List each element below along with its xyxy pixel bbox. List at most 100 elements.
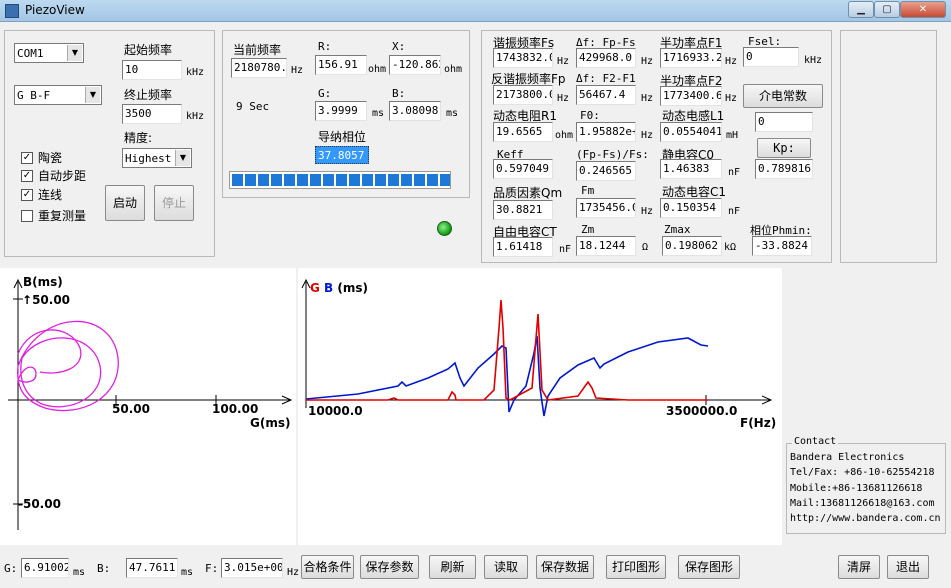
phase-label: 导纳相位 <box>318 130 367 144</box>
precision-select[interactable]: Highest ▼ <box>122 148 192 168</box>
end-freq-input[interactable]: 3500 <box>122 104 182 124</box>
chevron-down-icon: ▼ <box>67 45 82 61</box>
mode-select-value: G B-F <box>17 89 51 102</box>
zm-unit: Ω <box>642 242 649 253</box>
start-freq-unit: kHz <box>186 67 205 78</box>
ct-field: 1.61418 <box>493 237 553 257</box>
dielectric-button[interactable]: 介电常数 <box>743 84 823 108</box>
dfs-unit: Hz <box>641 56 654 67</box>
frequency-sweep-plot[interactable]: G B (ms) 10000.0 3500000.0 F(Hz) <box>298 268 782 545</box>
kp-button[interactable]: Kp: <box>757 138 811 158</box>
kp-field: 0.789816 <box>755 159 813 179</box>
zm-field: 18.1244 <box>576 236 636 256</box>
status-b-unit: ms <box>181 567 194 578</box>
checkbox-row[interactable]: ✓ 连线 <box>21 186 62 203</box>
progress-segment <box>232 174 243 186</box>
save-params-button[interactable]: 保存参数 <box>360 555 419 579</box>
contact-line: Mobile:+86-13681126618 <box>790 482 923 494</box>
f0-unit: Hz <box>641 130 654 141</box>
fm-unit: Hz <box>641 206 654 217</box>
status-g-unit: ms <box>73 567 86 578</box>
r-field: 156.91 <box>315 55 367 75</box>
contact-line: Mail:13681126618@163.com <box>790 497 935 509</box>
b-unit: ms <box>446 108 459 119</box>
checkbox-checked[interactable]: ✓ <box>21 188 33 201</box>
dfs-field: 429968.0 <box>576 48 636 68</box>
f1-unit: Hz <box>725 56 738 67</box>
title-bar: PiezoView ▁ ▢ ✕ <box>0 0 951 22</box>
current-freq-field: 2180780.( <box>231 58 287 78</box>
c1-field: 0.150354 <box>660 198 722 218</box>
clear-button[interactable]: 清屏 <box>838 555 880 579</box>
keff-field: 0.597049 <box>493 159 553 179</box>
checkbox-row[interactable]: 重复测量 <box>21 207 86 224</box>
fpfs-field: 0.246565 <box>576 161 636 181</box>
precision-label: 精度: <box>124 131 153 145</box>
b-axis-title: B(ms) <box>23 275 63 289</box>
exit-button[interactable]: 退出 <box>887 555 929 579</box>
port-select[interactable]: COM1 ▼ <box>14 43 84 63</box>
print-button[interactable]: 打印图形 <box>606 555 666 579</box>
current-freq-label: 当前频率 <box>233 43 282 57</box>
progress-segment <box>245 174 256 186</box>
fs-field: 1743832.0 <box>493 48 553 68</box>
mode-select[interactable]: G B-F ▼ <box>14 85 102 105</box>
phmin-field: -33.8824 <box>752 236 812 256</box>
g-tick-label-50: 50.00 <box>112 402 150 416</box>
checkbox-label: 陶瓷 <box>38 151 63 165</box>
r-unit: ohm <box>368 64 387 75</box>
read-button[interactable]: 读取 <box>484 555 528 579</box>
checkbox-row[interactable]: ✓ 陶瓷 <box>21 149 62 166</box>
checkbox-checked[interactable]: ✓ <box>21 169 33 182</box>
freq-x-end: 3500000.0 <box>666 404 738 418</box>
save-data-button[interactable]: 保存数据 <box>536 555 594 579</box>
start-button[interactable]: 启动 <box>105 185 145 221</box>
current-freq-unit: Hz <box>291 65 304 76</box>
b-series-line <box>305 335 709 417</box>
checkbox-row[interactable]: ✓ 自动步距 <box>21 167 86 184</box>
zm-label: Zm <box>581 223 595 236</box>
progress-segment <box>349 174 360 186</box>
fm-field: 1735456.0 <box>576 198 636 218</box>
df2-field: 56467.4 <box>576 85 636 105</box>
refresh-button[interactable]: 刷新 <box>429 555 476 579</box>
checkbox-checked[interactable]: ✓ <box>21 151 33 164</box>
legend-g: G <box>310 281 320 295</box>
x-label: X: <box>392 40 406 53</box>
dielectric-field: 0 <box>755 112 813 132</box>
admittance-loops <box>16 320 119 412</box>
legend-b: B <box>324 281 334 295</box>
qualify-button[interactable]: 合格条件 <box>301 555 354 579</box>
progress-segment <box>427 174 438 186</box>
minimize-button[interactable]: ▁ <box>848 1 874 18</box>
status-f-field: 3.015e+006 <box>221 558 283 578</box>
close-button[interactable]: ✕ <box>900 1 946 18</box>
progress-segment <box>388 174 399 186</box>
admittance-circle-plot[interactable]: B(ms) ↑50.00 -50.00 50.00 100.00 G(ms) <box>0 268 296 545</box>
qm-label: 品质因素Qm <box>493 186 563 200</box>
progress-segment <box>414 174 425 186</box>
x-unit: ohm <box>444 64 463 75</box>
l1-field: 0.0554041 <box>660 122 722 142</box>
status-b-label: B: <box>97 562 111 575</box>
scan-progress-bar <box>229 171 451 189</box>
g-tick-label-100: 100.00 <box>212 402 259 416</box>
stop-button[interactable]: 停止 <box>154 185 194 221</box>
maximize-button[interactable]: ▢ <box>874 1 900 18</box>
save-figure-button[interactable]: 保存图形 <box>678 555 740 579</box>
g-field: 3.9999 <box>315 101 367 121</box>
start-freq-label: 起始频率 <box>124 43 173 57</box>
checkbox-unchecked[interactable] <box>21 209 33 222</box>
progress-segment <box>323 174 334 186</box>
progress-segment <box>310 174 321 186</box>
fsel-input[interactable]: 0 <box>743 47 799 67</box>
r1-unit: ohm <box>555 130 574 141</box>
x-field: -120.862 <box>389 55 441 75</box>
fsel-unit: kHz <box>804 55 823 66</box>
progress-segment <box>284 174 295 186</box>
checkbox-label: 重复测量 <box>38 209 87 223</box>
start-freq-input[interactable]: 10 <box>122 60 182 80</box>
zmax-field: 0.198062 <box>662 236 722 256</box>
f0-label: F0: <box>580 109 600 122</box>
fp-unit: Hz <box>557 93 570 104</box>
